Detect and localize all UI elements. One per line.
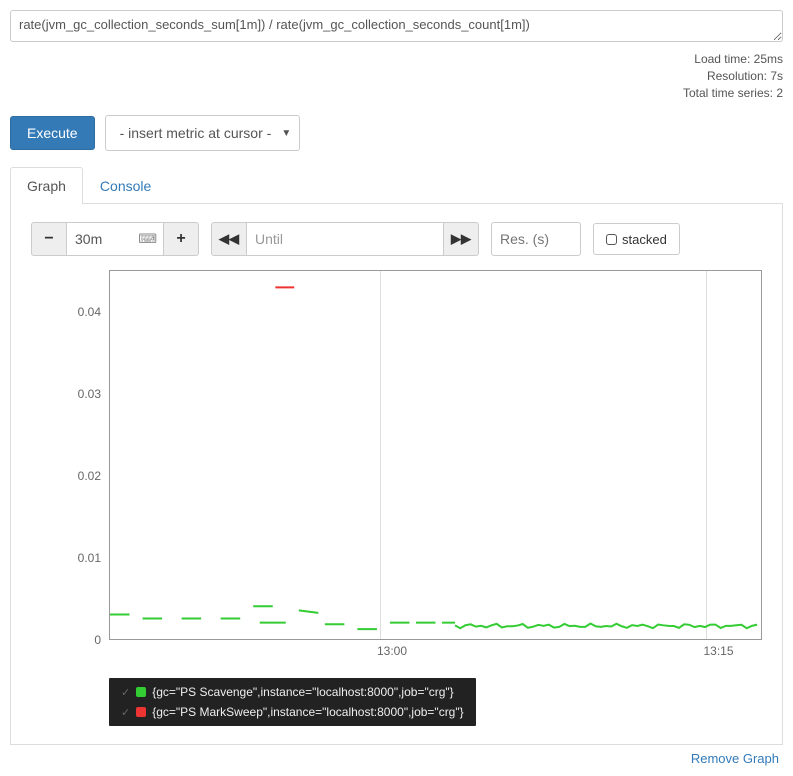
view-tabs: Graph Console — [10, 167, 783, 204]
legend-label: {gc="PS MarkSweep",instance="localhost:8… — [152, 705, 463, 719]
range-increase-button[interactable]: + — [163, 222, 199, 256]
until-input[interactable] — [247, 222, 443, 256]
chart: 00.010.020.030.04 13:0013:15 ✓ {gc="PS S… — [31, 270, 762, 734]
tab-graph[interactable]: Graph — [10, 167, 83, 204]
range-group: − ⌨ + — [31, 222, 199, 256]
resolution-input[interactable] — [491, 222, 581, 256]
color-swatch — [136, 687, 146, 697]
check-icon: ✓ — [121, 706, 130, 719]
x-axis: 13:0013:15 — [109, 644, 762, 668]
remove-graph-link[interactable]: Remove Graph — [10, 745, 783, 766]
legend-label: {gc="PS Scavenge",instance="localhost:80… — [152, 685, 453, 699]
time-forward-button[interactable]: ▶▶ — [443, 222, 479, 256]
total-series: Total time series: 2 — [10, 85, 783, 102]
color-swatch — [136, 707, 146, 717]
range-decrease-button[interactable]: − — [31, 222, 67, 256]
query-input[interactable]: rate(jvm_gc_collection_seconds_sum[1m]) … — [10, 10, 783, 42]
check-icon: ✓ — [121, 686, 130, 699]
chart-series — [110, 271, 761, 639]
query-stats: Load time: 25ms Resolution: 7s Total tim… — [10, 51, 783, 101]
keyboard-icon: ⌨ — [138, 231, 157, 247]
unchecked-icon — [606, 234, 617, 245]
load-time: Load time: 25ms — [10, 51, 783, 68]
stacked-toggle[interactable]: stacked — [593, 223, 680, 255]
graph-panel: − ⌨ + ◀◀ ▶▶ stacked 00.010.020.030.04 — [10, 204, 783, 745]
legend-item[interactable]: ✓ {gc="PS MarkSweep",instance="localhost… — [109, 702, 476, 722]
tab-console[interactable]: Console — [83, 167, 168, 204]
y-axis: 00.010.020.030.04 — [31, 270, 107, 640]
stacked-label: stacked — [622, 232, 667, 247]
chart-legend: ✓ {gc="PS Scavenge",instance="localhost:… — [109, 678, 476, 726]
metric-select[interactable]: - insert metric at cursor - ▼ — [105, 115, 301, 151]
execute-button[interactable]: Execute — [10, 116, 95, 150]
resolution: Resolution: 7s — [10, 68, 783, 85]
chevron-down-icon: ▼ — [281, 128, 291, 139]
plot-area[interactable] — [109, 270, 762, 640]
time-back-button[interactable]: ◀◀ — [211, 222, 247, 256]
legend-item[interactable]: ✓ {gc="PS Scavenge",instance="localhost:… — [109, 682, 476, 702]
metric-select-label: - insert metric at cursor - — [120, 125, 272, 141]
time-group: ◀◀ ▶▶ — [211, 222, 479, 256]
